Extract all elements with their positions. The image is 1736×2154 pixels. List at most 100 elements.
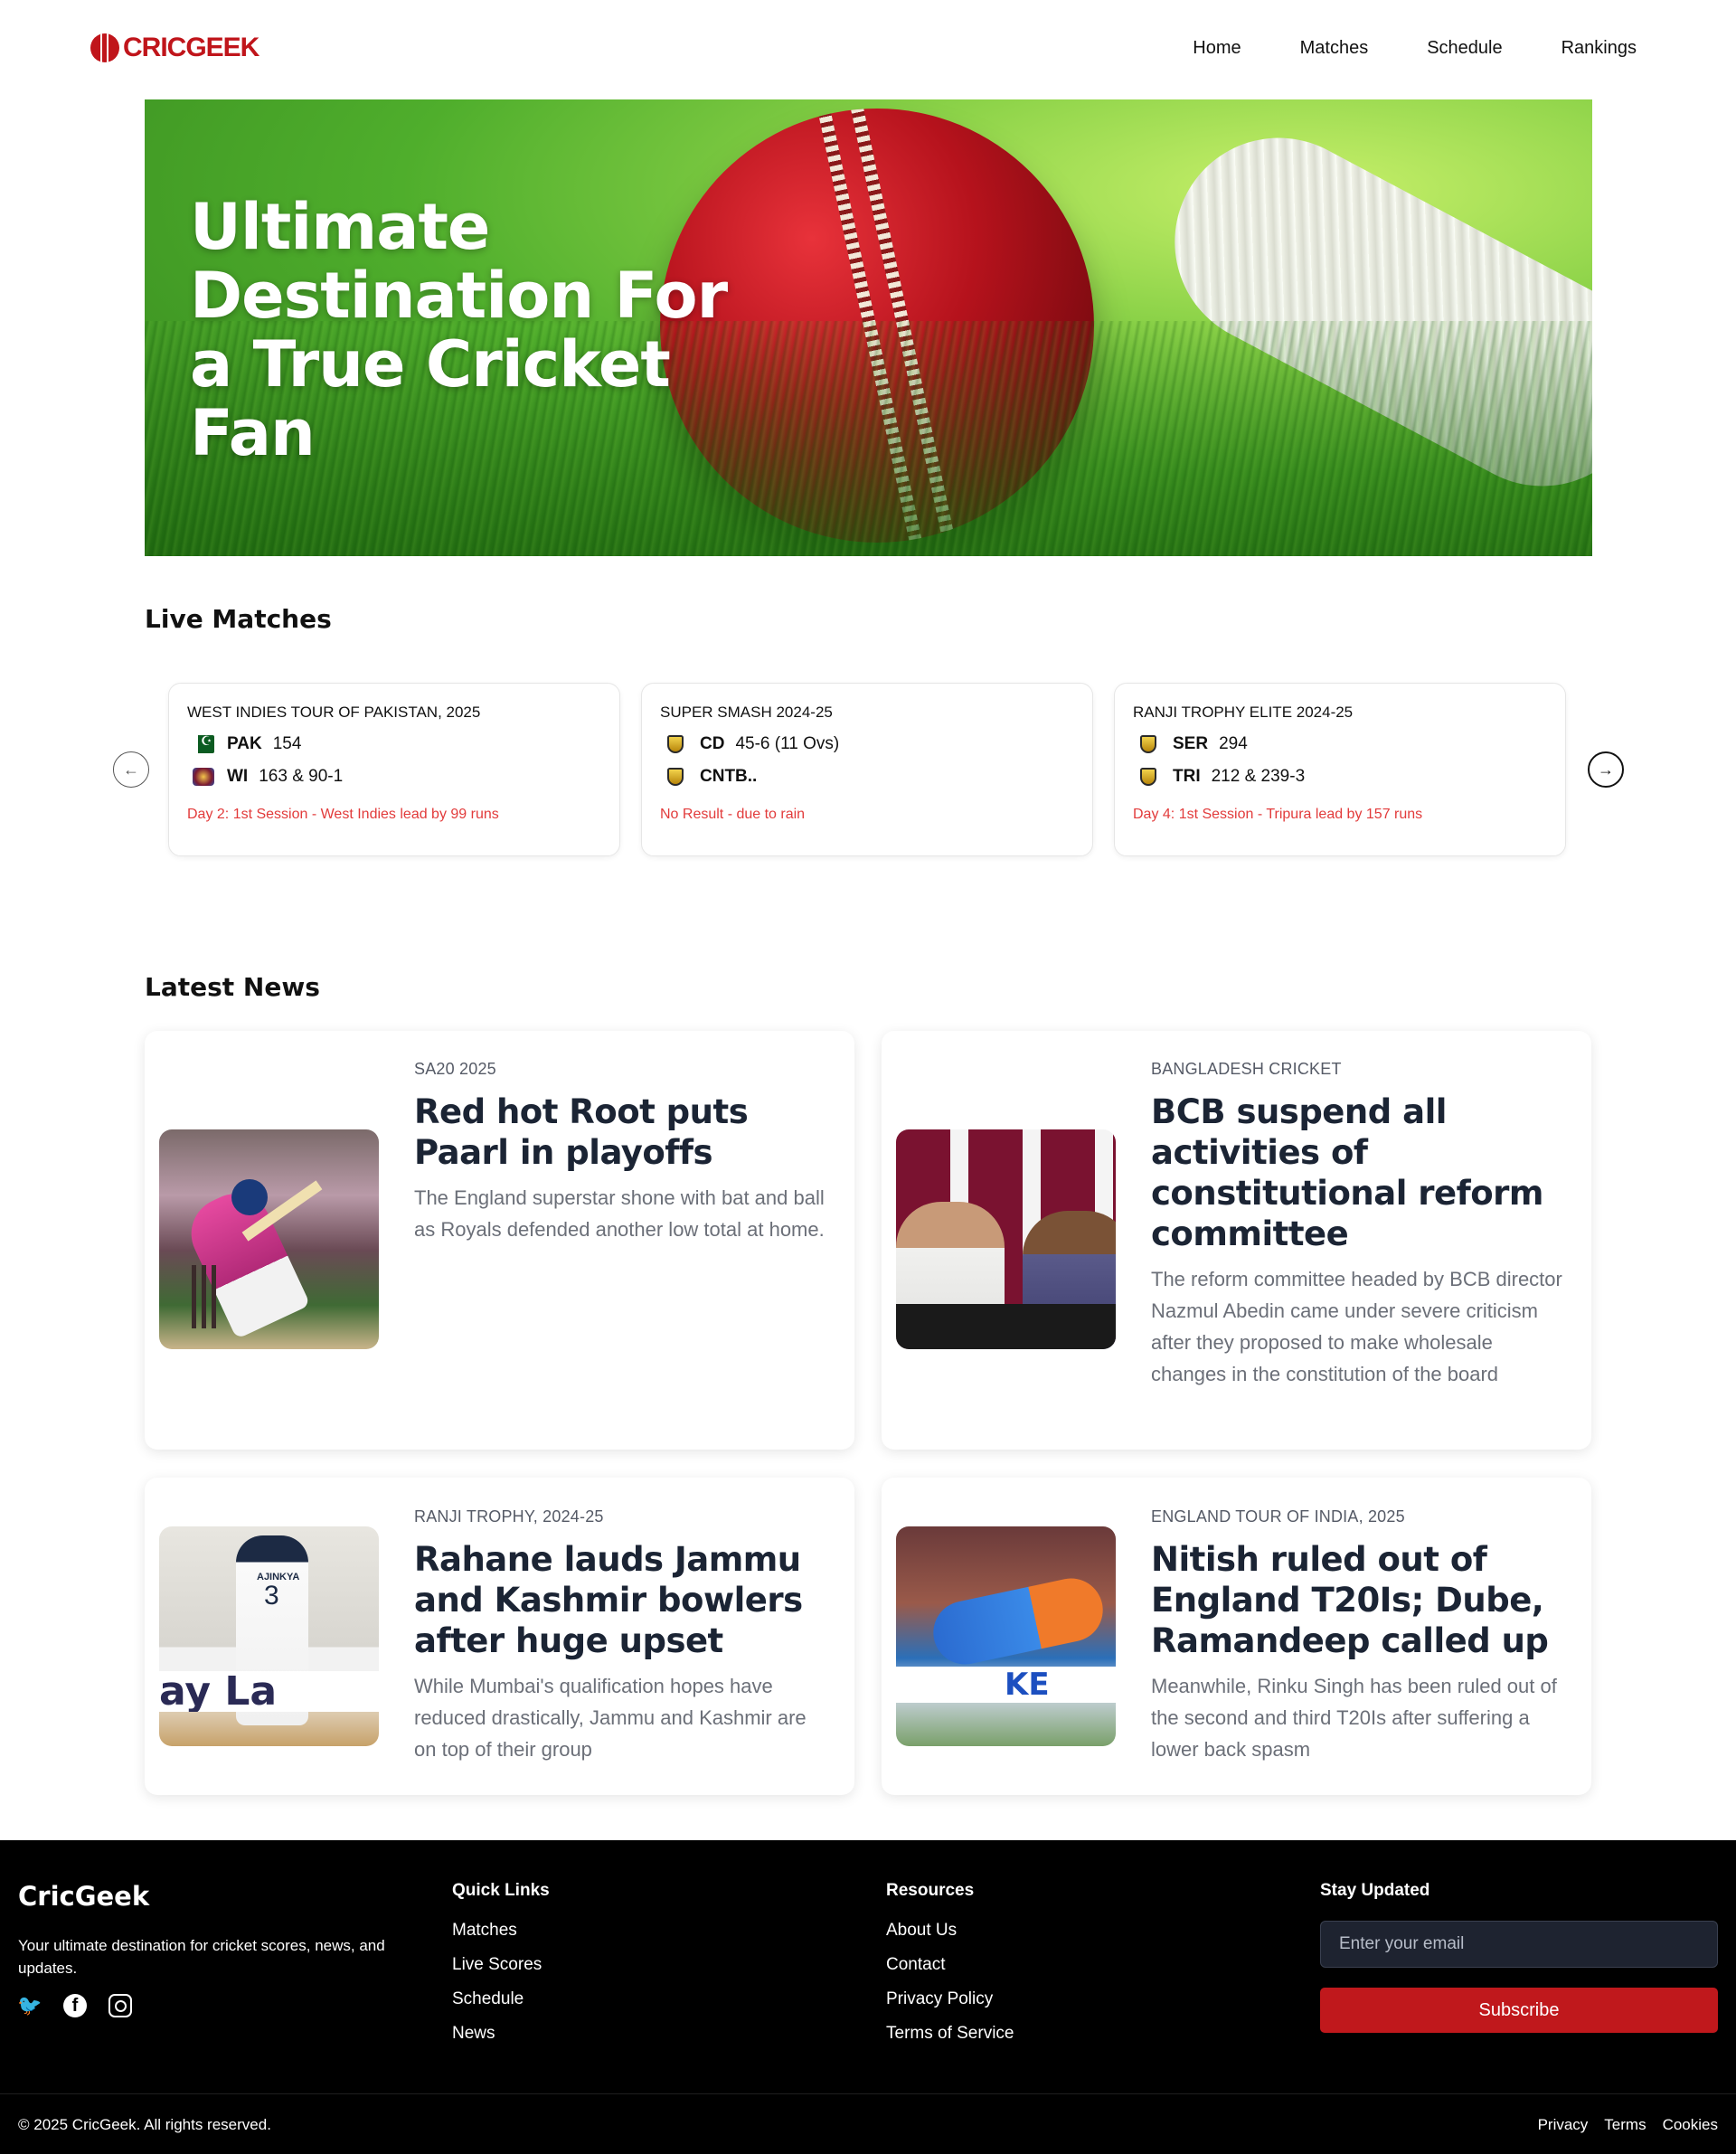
team-code: WI [227,767,249,786]
newsletter-heading: Stay Updated [1320,1881,1430,1900]
footer-link-about-us[interactable]: About Us [886,1921,1014,1941]
team-row: WI 163 & 90-1 [187,767,601,787]
match-series: SUPER SMASH 2024-25 [660,704,833,721]
shield-icon [1140,735,1156,753]
news-category: RANJI TROPHY, 2024-25 [414,1507,604,1526]
team-row: PAK 154 [187,734,601,754]
nav-link-rankings[interactable]: Rankings [1561,38,1637,59]
latest-news-heading: Latest News [145,972,320,1002]
footer-link-news[interactable]: News [452,2024,550,2044]
footer: CricGeek Your ultimate destination for c… [0,1840,1736,2154]
footer-link-terms[interactable]: Terms [1604,2116,1646,2134]
team-score: 163 & 90-1 [259,767,344,786]
match-card[interactable]: SUPER SMASH 2024-25 CD 45-6 (11 Ovs) CNT… [641,683,1093,856]
match-series: RANJI TROPHY ELITE 2024-25 [1133,704,1354,721]
news-category: SA20 2025 [414,1060,496,1078]
nav-link-home[interactable]: Home [1193,38,1241,59]
copyright-text: © 2025 CricGeek. All rights reserved. [18,2116,271,2133]
shield-icon [667,768,684,786]
footer-tagline: Your ultimate destination for cricket sc… [18,1937,385,1977]
facebook-icon[interactable]: f [63,1994,87,2017]
news-title[interactable]: BCB suspend all activities of constituti… [1151,1091,1562,1254]
team-score: 45-6 (11 Ovs) [735,734,840,753]
footer-divider [0,2093,1736,2094]
team-code: CNTB.. [700,767,758,786]
team-row: CNTB.. [660,767,1074,787]
news-card[interactable]: AJINKYA 3 ay La RANJI TROPHY, 2024-25 Ra… [145,1478,854,1795]
logo[interactable]: CRICGEEK [90,33,259,63]
hero-banner: Ultimate Destination For a True Cricket … [145,99,1592,556]
carousel-prev-button[interactable]: ← [113,751,149,788]
jersey-number-text: 3 [264,1581,279,1611]
team-row: CD 45-6 (11 Ovs) [660,734,1074,754]
news-card[interactable]: KE ENGLAND TOUR OF INDIA, 2025 Nitish ru… [882,1478,1591,1795]
nav-link-matches[interactable]: Matches [1300,38,1369,59]
footer-link-terms-of-service[interactable]: Terms of Service [886,2024,1014,2044]
live-matches-heading: Live Matches [145,604,332,634]
resources-column: Resources About Us Contact Privacy Polic… [886,1881,1014,2058]
team-row: SER 294 [1133,734,1547,754]
logo-text: CRICGEEK [123,33,259,62]
news-image: KE [896,1526,1116,1746]
news-description: While Mumbai's qualification hopes have … [414,1675,807,1761]
footer-link-contact[interactable]: Contact [886,1955,1014,1975]
social-links: 🐦 f [17,1994,132,2017]
team-score: 212 & 239-3 [1211,767,1306,786]
footer-link-live-scores[interactable]: Live Scores [452,1955,550,1975]
nav-link-schedule[interactable]: Schedule [1427,38,1502,59]
team-score: 294 [1219,734,1248,753]
footer-brand: CricGeek [18,1881,150,1912]
match-status: Day 2: 1st Session - West Indies lead by… [187,807,499,822]
team-code: CD [700,734,725,753]
pakistan-flag-icon [193,734,214,753]
footer-link-privacy-policy[interactable]: Privacy Policy [886,1989,1014,2009]
match-status: Day 4: 1st Session - Tripura lead by 157… [1133,807,1423,822]
top-nav: CRICGEEK Home Matches Schedule Rankings [0,0,1736,99]
footer-link-privacy[interactable]: Privacy [1538,2116,1589,2134]
shield-icon [667,735,684,753]
arrow-left-icon: ← [123,760,139,779]
team-code: SER [1173,734,1209,753]
match-status: No Result - due to rain [660,807,806,822]
news-category: BANGLADESH CRICKET [1151,1060,1342,1078]
twitter-icon[interactable]: 🐦 [17,1994,42,2017]
match-card[interactable]: WEST INDIES TOUR OF PAKISTAN, 2025 PAK 1… [168,683,620,856]
news-card[interactable]: BANGLADESH CRICKET BCB suspend all activ… [882,1031,1591,1450]
quick-links-heading: Quick Links [452,1881,550,1900]
footer-bottom-links: Privacy Terms Cookies [1538,2116,1718,2134]
news-title[interactable]: Red hot Root puts Paarl in playoffs [414,1091,826,1173]
shield-icon [1140,768,1156,786]
instagram-icon[interactable] [108,1994,132,2017]
news-card[interactable]: SA20 2025 Red hot Root puts Paarl in pla… [145,1031,854,1450]
cricket-ball-icon [90,33,119,62]
news-title[interactable]: Nitish ruled out of England T20Is; Dube,… [1151,1539,1562,1661]
quick-links-column: Quick Links Matches Live Scores Schedule… [452,1881,550,2058]
team-row: TRI 212 & 239-3 [1133,767,1547,787]
news-description: Meanwhile, Rinku Singh has been ruled ou… [1151,1675,1557,1761]
news-description: The England superstar shone with bat and… [414,1186,825,1241]
resources-heading: Resources [886,1881,975,1900]
news-title[interactable]: Rahane lauds Jammu and Kashmir bowlers a… [414,1539,826,1661]
match-series: WEST INDIES TOUR OF PAKISTAN, 2025 [187,704,481,721]
news-category: ENGLAND TOUR OF INDIA, 2025 [1151,1507,1405,1526]
carousel-next-button[interactable]: → [1588,751,1624,788]
footer-link-schedule[interactable]: Schedule [452,1989,550,2009]
team-score: 154 [272,734,302,753]
news-description: The reform committee headed by BCB direc… [1151,1268,1562,1385]
ad-board-text: ay La [159,1671,379,1712]
news-image [159,1129,379,1349]
banner-text: KE [896,1667,1116,1703]
team-code: PAK [227,734,262,753]
email-input[interactable] [1320,1921,1718,1968]
nav-links: Home Matches Schedule Rankings [1193,38,1637,59]
arrow-right-icon: → [1598,760,1614,779]
hero-title: Ultimate Destination For a True Cricket … [190,190,728,470]
footer-link-matches[interactable]: Matches [452,1921,550,1941]
news-image: AJINKYA 3 ay La [159,1526,379,1746]
newsletter-column: Stay Updated [1320,1881,1429,1921]
match-card[interactable]: RANJI TROPHY ELITE 2024-25 SER 294 TRI 2… [1114,683,1566,856]
news-image [896,1129,1116,1349]
team-code: TRI [1173,767,1201,786]
footer-link-cookies[interactable]: Cookies [1663,2116,1718,2134]
subscribe-button[interactable]: Subscribe [1320,1988,1718,2033]
